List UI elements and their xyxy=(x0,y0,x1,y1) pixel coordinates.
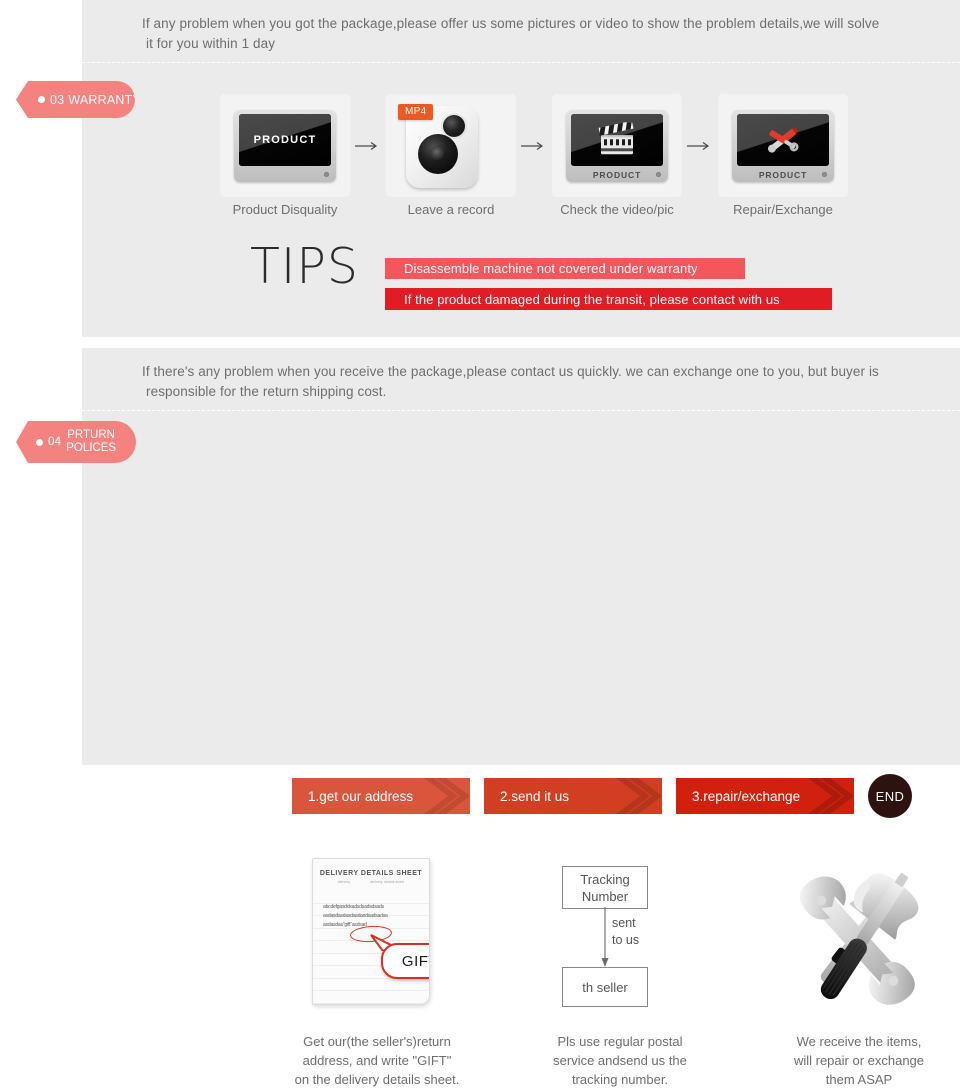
tracking-line-1: Tracking xyxy=(580,871,630,887)
caption-line-2: address, and write "GIFT" xyxy=(302,1053,452,1068)
led-icon xyxy=(324,172,329,177)
warranty-section: If any problem when you got the package,… xyxy=(82,0,960,337)
dot-icon xyxy=(38,96,45,103)
hammer-wrench-screwdriver-icon xyxy=(799,872,919,1005)
sheet-subtitle-right: delivery details sheet xyxy=(370,880,405,884)
delivery-details-sheet-icon: DELIVERY DETAILS SHEET delivery delivery … xyxy=(312,858,430,1005)
step-caption: Leave a record xyxy=(407,202,495,217)
section-tag-warranty: 03 WARRANTY xyxy=(16,81,135,118)
caption-line-2: service andsend us the xyxy=(553,1053,687,1068)
monitor-bezel-label: PRODUCT xyxy=(592,170,642,180)
return-step-1[interactable]: 1.get our address xyxy=(292,778,470,814)
flow-label-line-1: sent xyxy=(612,916,636,930)
screwdriver-wrench-icon xyxy=(767,127,799,153)
end-badge: END xyxy=(868,774,912,818)
tips-block: TIPS Disassemble machine not covered und… xyxy=(250,242,890,322)
step-caption: Check the video/pic xyxy=(560,202,674,217)
gift-callout: GIFT xyxy=(381,943,429,979)
warranty-dashed-divider xyxy=(82,62,960,63)
arrow-right-icon xyxy=(350,141,386,151)
warranty-intro-text: If any problem when you got the package,… xyxy=(142,14,936,54)
column-caption: Get our(the seller's)return address, and… xyxy=(262,1032,492,1089)
caption-line-2: will repair or exchange xyxy=(793,1053,925,1068)
sheet-subtitle-left: delivery xyxy=(337,880,351,884)
tag-number: 03 xyxy=(50,92,65,107)
seller-box: th seller xyxy=(562,967,648,1007)
warranty-step-leave-a-record: MP4 Leave a record xyxy=(386,94,516,217)
return-steps-strip: 1.get our address 2.send it us 3.repair/… xyxy=(278,769,912,823)
warranty-intro-line-1: If any problem when you got the package,… xyxy=(142,16,880,31)
warranty-intro-line-2: it for you within 1 day xyxy=(146,36,276,51)
arrow-right-icon xyxy=(682,141,718,151)
monitor-bezel-label: PRODUCT xyxy=(758,170,808,180)
step-caption: Product Disquality xyxy=(232,202,338,217)
step-label: 2.send it us xyxy=(500,788,570,804)
small-lens-icon xyxy=(443,115,465,137)
return-intro-text: If there's any problem when you receive … xyxy=(142,362,936,402)
monitor-tools-icon: PRODUCT xyxy=(732,110,834,182)
tracking-line-2: Number xyxy=(581,888,629,904)
led-icon xyxy=(656,172,661,177)
return-policies-section: If there's any problem when you receive … xyxy=(82,348,960,1087)
mp4-recorder-icon: MP4 xyxy=(398,104,478,188)
tips-heading: TIPS xyxy=(250,238,360,295)
step-label: 3.repair/exchange xyxy=(692,788,801,804)
chevron-right-icon xyxy=(616,778,662,814)
caption-line-3: tracking number. xyxy=(571,1072,669,1087)
tag-label: PRTURN POLICES xyxy=(66,429,116,455)
arrow-down-icon xyxy=(601,907,609,967)
tips-bar-1: Disassemble machine not covered under wa… xyxy=(385,258,745,279)
arrow-right-icon xyxy=(516,141,552,151)
monitor-icon: PRODUCT xyxy=(234,110,336,182)
tag-label-line-2: POLICES xyxy=(66,442,117,454)
return-step-2[interactable]: 2.send it us xyxy=(484,778,662,814)
warranty-step-check-video: PRODUCT Check the video/pic xyxy=(552,94,682,217)
monitor-screen-label: PRODUCT xyxy=(253,134,317,146)
step-label: 1.get our address xyxy=(308,788,414,804)
tag-label-line-1: PRTURN xyxy=(67,429,115,441)
column-caption: We receive the items, will repair or exc… xyxy=(744,1032,960,1089)
caption-line-3: them ASAP xyxy=(825,1072,893,1087)
dot-icon xyxy=(36,438,43,446)
return-step-3[interactable]: 3.repair/exchange xyxy=(676,778,854,814)
chevron-right-icon xyxy=(808,778,854,814)
tag-label: WARRANTY xyxy=(68,92,141,107)
warranty-step-product-disquality: PRODUCT Product Disquality xyxy=(220,94,350,217)
large-lens-icon xyxy=(418,134,458,174)
led-icon xyxy=(822,172,827,177)
sheet-subtitle: delivery delivery details sheet xyxy=(313,880,429,884)
sheet-body-line-1: abcdefgasddsadsdsadsdsads xyxy=(323,904,384,910)
column-caption: Pls use regular postal service andsend u… xyxy=(520,1032,720,1089)
sheet-body-line-2: asdasdasdasdasdasdsadsadsa xyxy=(323,913,388,919)
tracking-number-box: Tracking Number xyxy=(562,866,648,909)
sheet-title: DELIVERY DETAILS SHEET xyxy=(319,870,423,877)
tips-bar-2: If the product damaged during the transi… xyxy=(385,288,832,310)
caption-line-1: Pls use regular postal xyxy=(557,1034,683,1049)
warranty-step-repair-exchange: PRODUCT Repair/Exchange xyxy=(718,94,848,217)
return-intro-line-1: If there's any problem when you receive … xyxy=(142,364,879,379)
chevron-right-icon xyxy=(424,778,470,814)
return-dashed-divider xyxy=(82,410,960,411)
warranty-step-row: PRODUCT Product Disquality MP4 Leave a r… xyxy=(220,88,920,217)
return-intro-line-2: responsible for the return shipping cost… xyxy=(146,384,387,399)
monitor-clapperboard-icon: PRODUCT xyxy=(566,110,668,182)
flow-arrow-label: sent to us xyxy=(612,915,639,949)
section-tag-return-policies: 04 PRTURN POLICES xyxy=(16,421,136,463)
caption-line-1: Get our(the seller's)return xyxy=(303,1034,451,1049)
mp4-badge: MP4 xyxy=(398,104,434,120)
tag-number: 04 xyxy=(48,436,62,448)
clapperboard-icon xyxy=(598,122,634,155)
flow-label-line-2: to us xyxy=(612,933,640,947)
caption-line-1: We receive the items, xyxy=(796,1034,922,1049)
caption-line-3: on the delivery details sheet. xyxy=(294,1072,460,1087)
step-caption: Repair/Exchange xyxy=(733,202,833,217)
